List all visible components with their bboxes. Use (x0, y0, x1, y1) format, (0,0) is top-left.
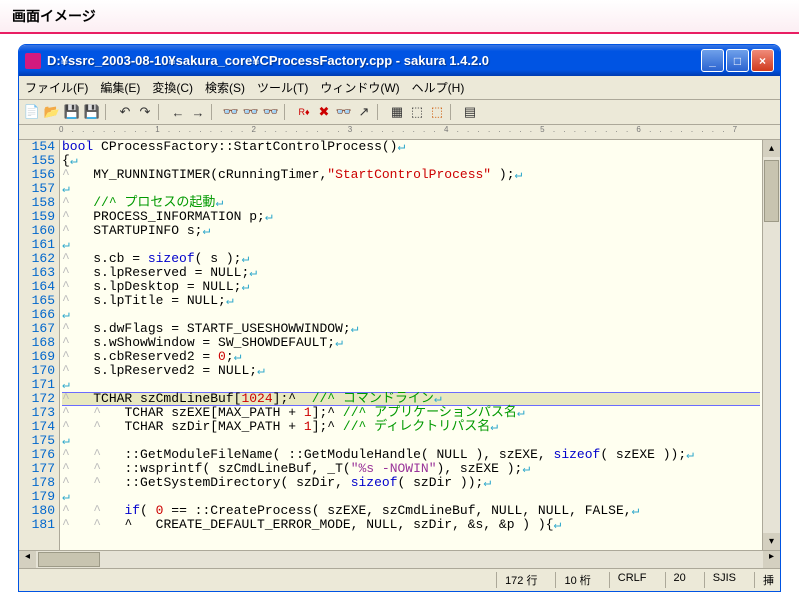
nav-back-icon[interactable]: ← (169, 103, 187, 121)
editor[interactable]: 154 155 156 157 158 159 160 161 162 163 … (19, 140, 780, 550)
status-insert-mode: 挿 (754, 572, 774, 588)
find-next-icon[interactable]: 👓 (242, 103, 260, 121)
minimize-button[interactable]: _ (701, 49, 724, 72)
undo-icon[interactable]: ↶ (116, 103, 134, 121)
scroll-up-icon[interactable]: ▴ (763, 140, 780, 157)
status-encoding: SJIS (704, 572, 736, 588)
separator (211, 104, 218, 120)
separator (450, 104, 457, 120)
menu-edit[interactable]: 編集(E) (100, 79, 140, 96)
scroll-left-icon[interactable]: ◂ (19, 551, 36, 568)
menu-window[interactable]: ウィンドウ(W) (320, 79, 399, 96)
status-charcode: 20 (665, 572, 686, 588)
open-icon[interactable]: 📂 (43, 103, 61, 121)
status-line: 172 行 (496, 572, 537, 588)
setting-icon[interactable]: ⬚ (428, 103, 446, 121)
save-all-icon[interactable]: 💾 (83, 103, 101, 121)
window-title: D:¥ssrc_2003-08-10¥sakura_core¥CProcessF… (47, 53, 701, 68)
line-gutter: 154 155 156 157 158 159 160 161 162 163 … (19, 140, 60, 550)
status-col: 10 桁 (555, 572, 590, 588)
ruler: 0 . . . . . . . . 1 . . . . . . . . 2 . … (19, 125, 780, 140)
cancel-icon[interactable]: ✖ (315, 103, 333, 121)
page-heading: 画面イメージ (0, 0, 799, 34)
scroll-thumb[interactable] (764, 160, 779, 222)
nav-forward-icon[interactable]: → (189, 103, 207, 121)
find-refresh-icon[interactable]: 👓 (335, 103, 353, 121)
toolbar: 📄 📂 💾 💾 ↶ ↷ ← → 👓 👓 👓 R♦ ✖ 👓 ↗ ▦ ⬚ ⬚ ▤ (19, 100, 780, 125)
menu-tool[interactable]: ツール(T) (257, 79, 308, 96)
find-prev-icon[interactable]: 👓 (262, 103, 280, 121)
separator (377, 104, 384, 120)
windows-icon[interactable]: ▤ (461, 103, 479, 121)
close-button[interactable]: × (751, 49, 774, 72)
statusbar: 172 行 10 桁 CRLF 20 SJIS 挿 (19, 568, 780, 591)
new-icon[interactable]: 📄 (23, 103, 41, 121)
titlebar: D:¥ssrc_2003-08-10¥sakura_core¥CProcessF… (19, 45, 780, 76)
outline-icon[interactable]: ▦ (388, 103, 406, 121)
status-eol: CRLF (609, 572, 647, 588)
code-area[interactable]: bool CProcessFactory::StartControlProces… (60, 140, 762, 550)
jump-icon[interactable]: ↗ (355, 103, 373, 121)
save-icon[interactable]: 💾 (63, 103, 81, 121)
type-icon[interactable]: ⬚ (408, 103, 426, 121)
redo-icon[interactable]: ↷ (136, 103, 154, 121)
app-icon (25, 53, 41, 69)
separator (158, 104, 165, 120)
separator (284, 104, 291, 120)
horizontal-scrollbar[interactable]: ◂ ▸ (19, 550, 780, 568)
replace-icon[interactable]: R♦ (295, 103, 313, 121)
app-window: D:¥ssrc_2003-08-10¥sakura_core¥CProcessF… (18, 44, 781, 592)
vertical-scrollbar[interactable]: ▴ ▾ (762, 140, 780, 550)
menu-search[interactable]: 検索(S) (205, 79, 245, 96)
menubar: ファイル(F) 編集(E) 変換(C) 検索(S) ツール(T) ウィンドウ(W… (19, 76, 780, 100)
menu-convert[interactable]: 変換(C) (152, 79, 193, 96)
scroll-right-icon[interactable]: ▸ (763, 551, 780, 568)
scroll-down-icon[interactable]: ▾ (763, 533, 780, 550)
maximize-button[interactable]: □ (726, 49, 749, 72)
find-icon[interactable]: 👓 (222, 103, 240, 121)
menu-help[interactable]: ヘルプ(H) (412, 79, 465, 96)
scroll-thumb-h[interactable] (38, 552, 100, 567)
separator (105, 104, 112, 120)
menu-file[interactable]: ファイル(F) (25, 79, 88, 96)
